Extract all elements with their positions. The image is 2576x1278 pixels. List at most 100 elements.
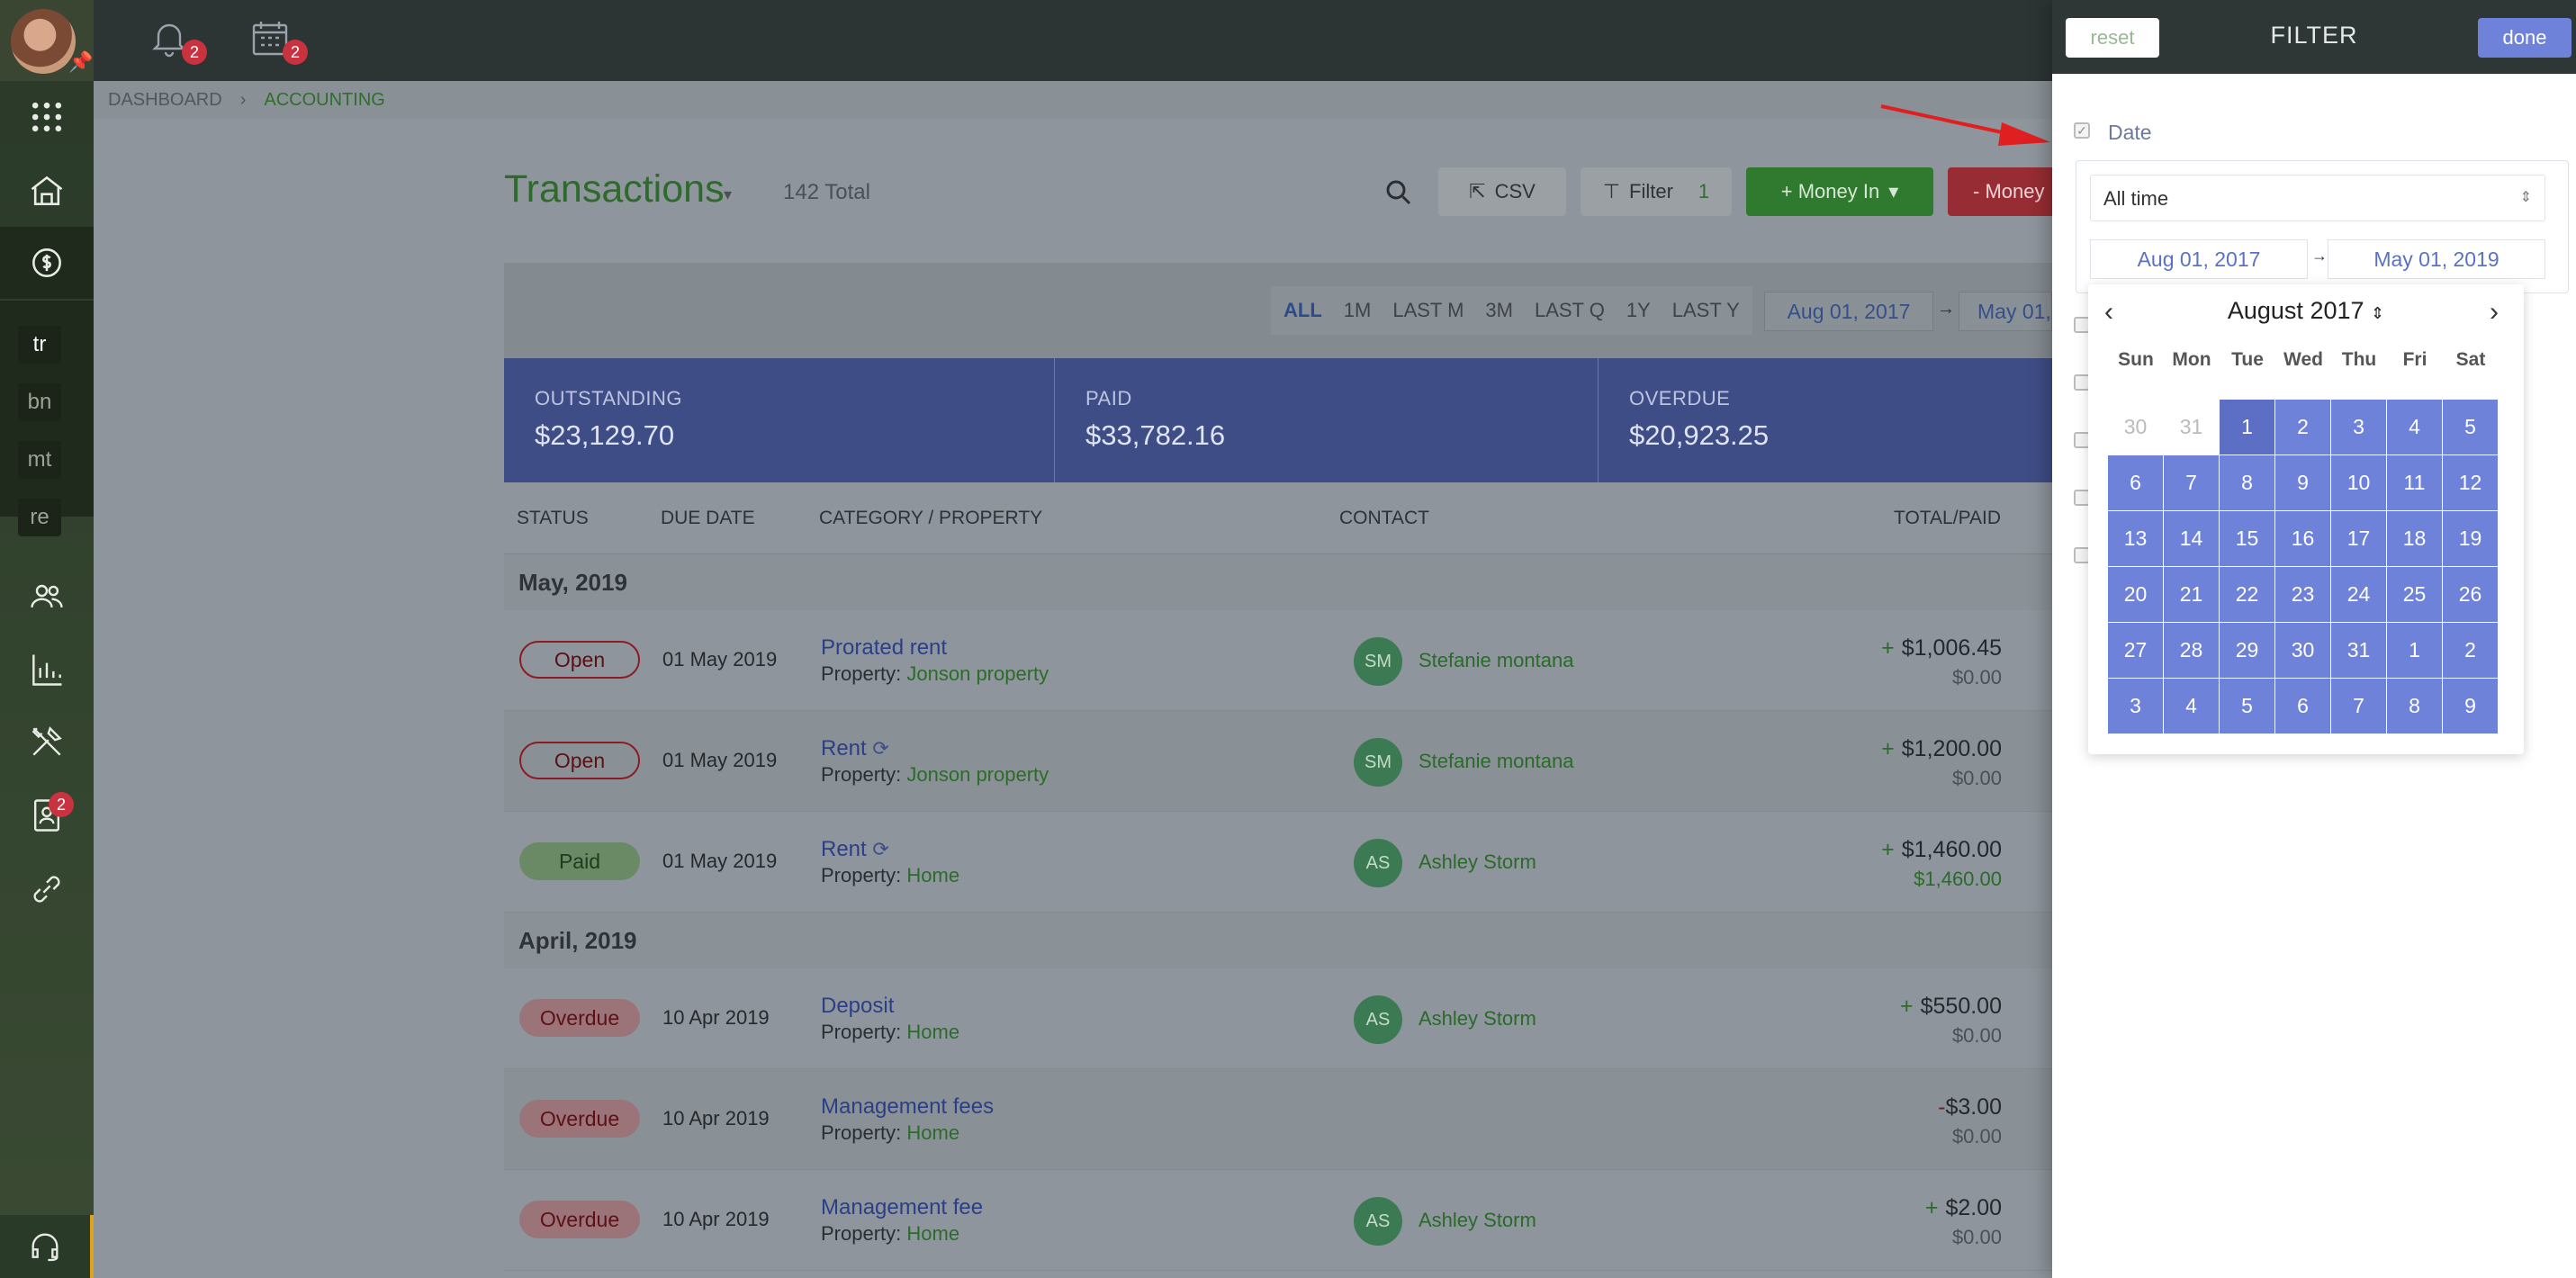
calendar-day[interactable]: 3 (2330, 399, 2387, 455)
calendar-day[interactable]: 27 (2107, 622, 2164, 679)
calendar-day[interactable]: 2 (2274, 399, 2331, 455)
people-icon[interactable] (0, 560, 94, 632)
stat-outstanding[interactable]: OUTSTANDING $23,129.70 (504, 358, 1055, 482)
calendar-day[interactable]: 4 (2163, 678, 2220, 734)
calendar-day[interactable]: 6 (2274, 678, 2331, 734)
calendar-day[interactable]: 13 (2107, 510, 2164, 567)
apps-grid-icon[interactable] (0, 81, 94, 153)
tag-mt[interactable]: mt (18, 441, 61, 479)
home-icon[interactable] (0, 155, 94, 227)
contacts-icon[interactable] (0, 779, 94, 851)
calendar-day[interactable]: 22 (2219, 566, 2275, 623)
tag-tr[interactable]: tr (18, 326, 61, 364)
calendar-day[interactable]: 17 (2330, 510, 2387, 567)
filter-to-input[interactable]: May 01, 2019 (2328, 239, 2545, 279)
calendar-day[interactable]: 5 (2219, 678, 2275, 734)
contact-name[interactable]: Ashley Storm (1419, 1209, 1536, 1232)
category-link[interactable]: Management fee (821, 1195, 983, 1220)
col-category[interactable]: CATEGORY / PROPERTY (819, 508, 1042, 529)
breadcrumb-dashboard[interactable]: DASHBOARD (108, 90, 222, 111)
avatar[interactable] (11, 9, 76, 74)
period-last-m[interactable]: LAST M (1392, 299, 1464, 322)
contact-avatar[interactable]: AS (1354, 839, 1402, 887)
calendar-day[interactable]: 30 (2274, 622, 2331, 679)
calendar-day[interactable]: 1 (2219, 399, 2275, 455)
calendar-day[interactable]: 9 (2442, 678, 2499, 734)
calendar-day[interactable]: 4 (2386, 399, 2443, 455)
calendar-day[interactable]: 31 (2163, 399, 2220, 455)
period-1y[interactable]: 1Y (1626, 299, 1651, 322)
category-link[interactable]: Deposit (821, 994, 894, 1019)
page-title[interactable]: Transactions (504, 167, 725, 212)
property-link[interactable]: Jonson property (906, 763, 1049, 786)
calendar-day[interactable]: 26 (2442, 566, 2499, 623)
calendar-day[interactable]: 2 (2442, 622, 2499, 679)
col-due-date[interactable]: DUE DATE (661, 508, 755, 529)
table-row[interactable]: Overdue 10 Apr 2019 Management fee Property… (504, 1170, 2052, 1271)
contact-avatar[interactable]: AS (1354, 1197, 1402, 1246)
next-month-icon[interactable]: › (2490, 297, 2499, 328)
contact-avatar[interactable]: SM (1354, 637, 1402, 686)
period-3m[interactable]: 3M (1485, 299, 1513, 322)
status-badge[interactable]: Overdue (519, 999, 640, 1037)
status-badge[interactable]: Paid (519, 842, 640, 880)
accounting-icon[interactable] (0, 227, 94, 299)
range-from-input[interactable]: Aug 01, 2017 (1764, 292, 1933, 331)
calendar-month[interactable]: August (2228, 297, 2303, 324)
filter-from-input[interactable]: Aug 01, 2017 (2090, 239, 2308, 279)
contact-avatar[interactable]: SM (1354, 738, 1402, 787)
calendar-day[interactable]: 7 (2330, 678, 2387, 734)
table-row[interactable]: Overdue 10 Apr 2019 Deposit Property: Home A… (504, 968, 2052, 1069)
status-badge[interactable]: Open (519, 742, 640, 779)
col-status[interactable]: STATUS (517, 508, 589, 529)
property-link[interactable]: Home (906, 1121, 959, 1144)
calendar-day[interactable]: 5 (2442, 399, 2499, 455)
calendar-day[interactable]: 3 (2107, 678, 2164, 734)
status-badge[interactable]: Open (519, 641, 640, 679)
contact-name[interactable]: Stefanie montana (1419, 750, 1573, 773)
calendar-day[interactable]: 29 (2219, 622, 2275, 679)
calendar-day[interactable]: 8 (2386, 678, 2443, 734)
range-to-input[interactable]: May 01, (1959, 292, 2052, 331)
pin-icon[interactable]: 📌 (68, 50, 93, 74)
filter-button[interactable]: ⊤ Filter 1 (1581, 167, 1732, 216)
col-contact[interactable]: CONTACT (1339, 508, 1429, 529)
date-checkbox[interactable]: ✓ (2074, 122, 2090, 139)
category-link[interactable]: Rent ⟳ (821, 837, 889, 862)
category-link[interactable]: Prorated rent (821, 635, 947, 661)
contact-name[interactable]: Ashley Storm (1419, 850, 1536, 874)
table-row[interactable]: Paid 01 May 2019 Rent ⟳ Property: Home AS Ash… (504, 812, 2052, 913)
link-icon[interactable] (0, 853, 94, 925)
chevron-down-icon[interactable]: ▾ (724, 185, 732, 204)
calendar-day[interactable]: 6 (2107, 454, 2164, 511)
money-in-button[interactable]: + Money In ▾ (1746, 167, 1933, 216)
table-row[interactable]: Open 01 May 2019 Prorated rent Property: Jo… (504, 610, 2052, 711)
calendar-day[interactable]: 18 (2386, 510, 2443, 567)
calendar-day[interactable]: 25 (2386, 566, 2443, 623)
property-link[interactable]: Home (906, 864, 959, 886)
calendar-day[interactable]: 16 (2274, 510, 2331, 567)
calendar-day[interactable]: 14 (2163, 510, 2220, 567)
calendar-day[interactable]: 21 (2163, 566, 2220, 623)
property-link[interactable]: Jonson property (906, 662, 1049, 685)
col-total-paid[interactable]: TOTAL/PAID (1894, 508, 2001, 529)
year-stepper-icon[interactable]: ⇕ (2371, 304, 2384, 322)
property-link[interactable]: Home (906, 1222, 959, 1245)
reports-icon[interactable] (0, 634, 94, 706)
calendar-day[interactable]: 30 (2107, 399, 2164, 455)
table-row[interactable]: Overdue 10 Apr 2019 Management fees Propert… (504, 1069, 2052, 1170)
done-button[interactable]: done (2478, 18, 2571, 58)
search-icon[interactable] (1383, 176, 1415, 213)
breadcrumb-accounting[interactable]: ACCOUNTING (264, 90, 384, 111)
csv-button[interactable]: ⇱ CSV (1438, 167, 1566, 216)
tag-re[interactable]: re (18, 499, 61, 536)
status-badge[interactable]: Overdue (519, 1201, 640, 1238)
calendar-day[interactable]: 7 (2163, 454, 2220, 511)
tools-icon[interactable] (0, 706, 94, 778)
calendar-day[interactable]: 24 (2330, 566, 2387, 623)
calendar-day[interactable]: 20 (2107, 566, 2164, 623)
calendar-day[interactable]: 15 (2219, 510, 2275, 567)
calendar-day[interactable]: 8 (2219, 454, 2275, 511)
contact-name[interactable]: Ashley Storm (1419, 1007, 1536, 1030)
calendar-day[interactable]: 31 (2330, 622, 2387, 679)
